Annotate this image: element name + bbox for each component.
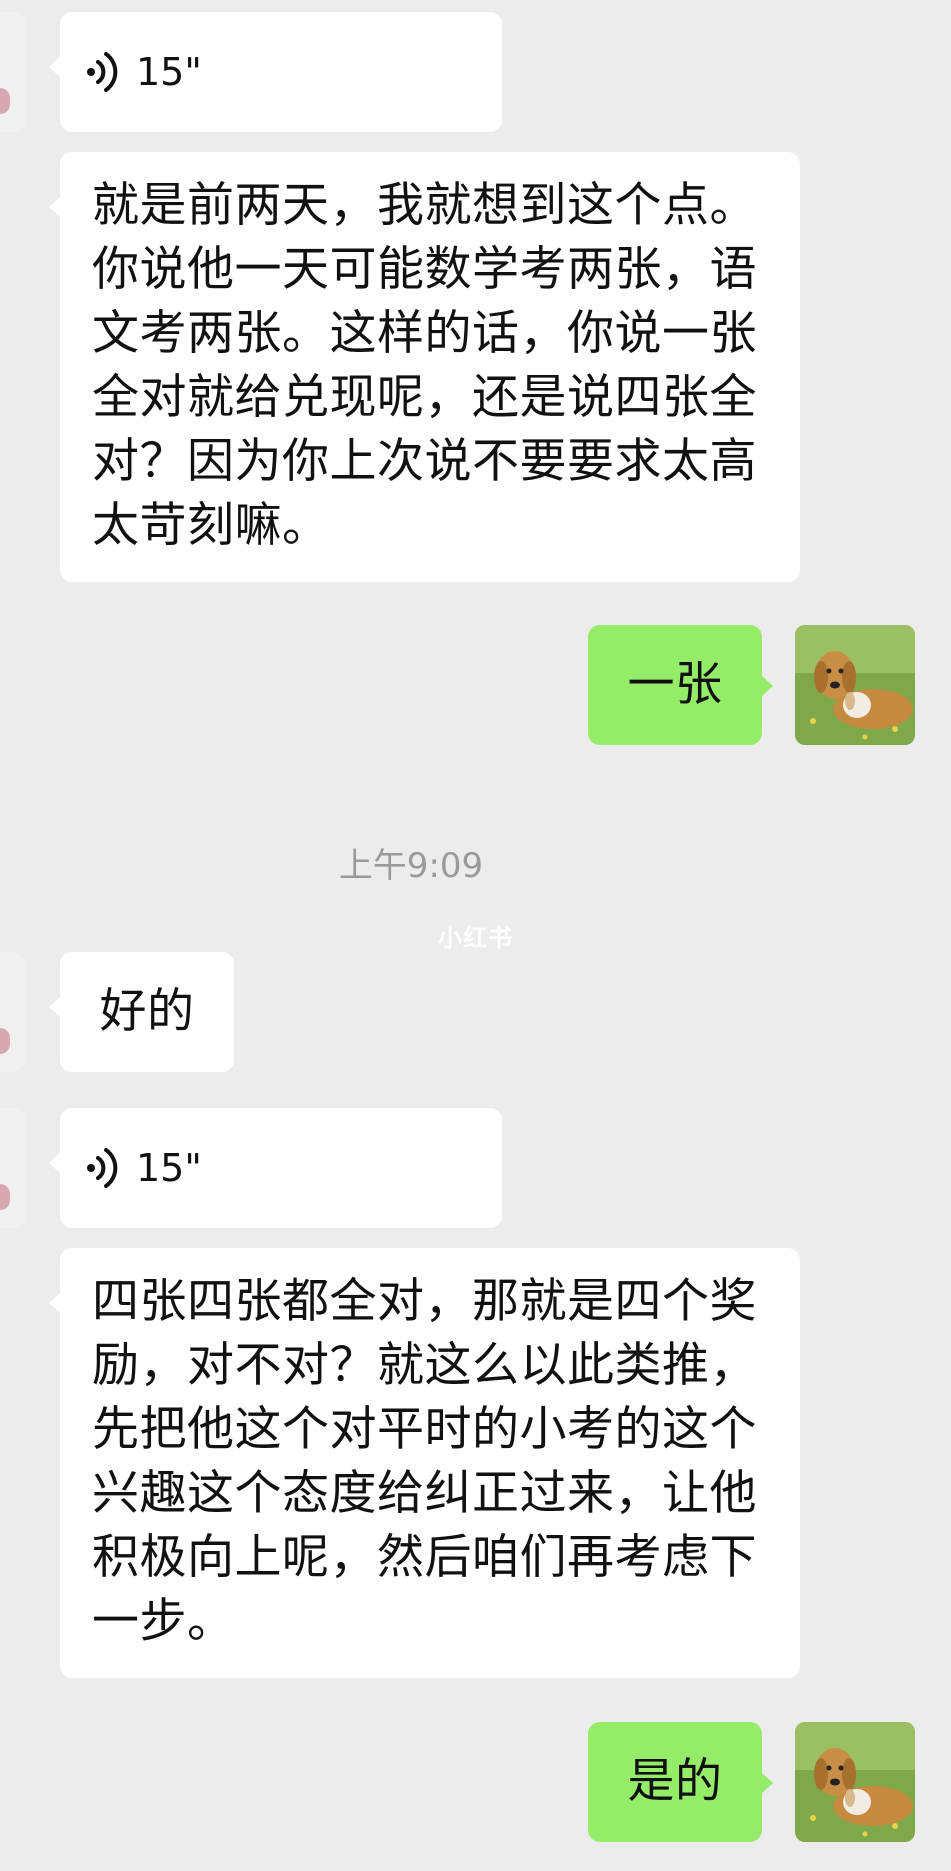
message-text: 是的 <box>627 1754 723 1809</box>
watermark: 小红书 <box>438 924 513 952</box>
outgoing-text-bubble[interactable]: 一张 <box>588 625 773 745</box>
message-text: 四张四张都全对，那就是四个奖励，对不对？就这么以此类推，先把他这个对平时的小考的… <box>92 1274 757 1649</box>
message-text: 一张 <box>627 657 723 712</box>
voice-duration: 15" <box>136 1146 202 1190</box>
self-avatar[interactable] <box>795 1722 915 1842</box>
voice-duration: 15" <box>136 50 202 94</box>
incoming-text-bubble[interactable]: 就是前两天，我就想到这个点。你说他一天可能数学考两张，语文考两张。这样的话，你说… <box>49 152 800 582</box>
outgoing-text-bubble[interactable]: 是的 <box>588 1722 773 1842</box>
self-avatar[interactable] <box>795 625 915 745</box>
voice-wave-icon <box>87 52 118 92</box>
message-text: 就是前两天，我就想到这个点。你说他一天可能数学考两张，语文考两张。这样的话，你说… <box>92 178 757 553</box>
contact-avatar[interactable] <box>0 1108 26 1228</box>
contact-avatar[interactable] <box>0 952 26 1072</box>
timestamp: 上午9:09 <box>338 846 484 886</box>
voice-wave-icon <box>87 1148 118 1188</box>
incoming-text-bubble[interactable]: 好的 <box>49 952 234 1072</box>
dog-photo-avatar <box>795 1722 915 1842</box>
voice-message-bubble[interactable]: 15" <box>49 1108 502 1228</box>
voice-message-bubble[interactable]: 15" <box>49 12 502 132</box>
message-text: 好的 <box>99 984 195 1039</box>
incoming-text-bubble[interactable]: 四张四张都全对，那就是四个奖励，对不对？就这么以此类推，先把他这个对平时的小考的… <box>49 1248 800 1678</box>
dog-photo-avatar <box>795 625 915 745</box>
contact-avatar[interactable] <box>0 12 26 132</box>
